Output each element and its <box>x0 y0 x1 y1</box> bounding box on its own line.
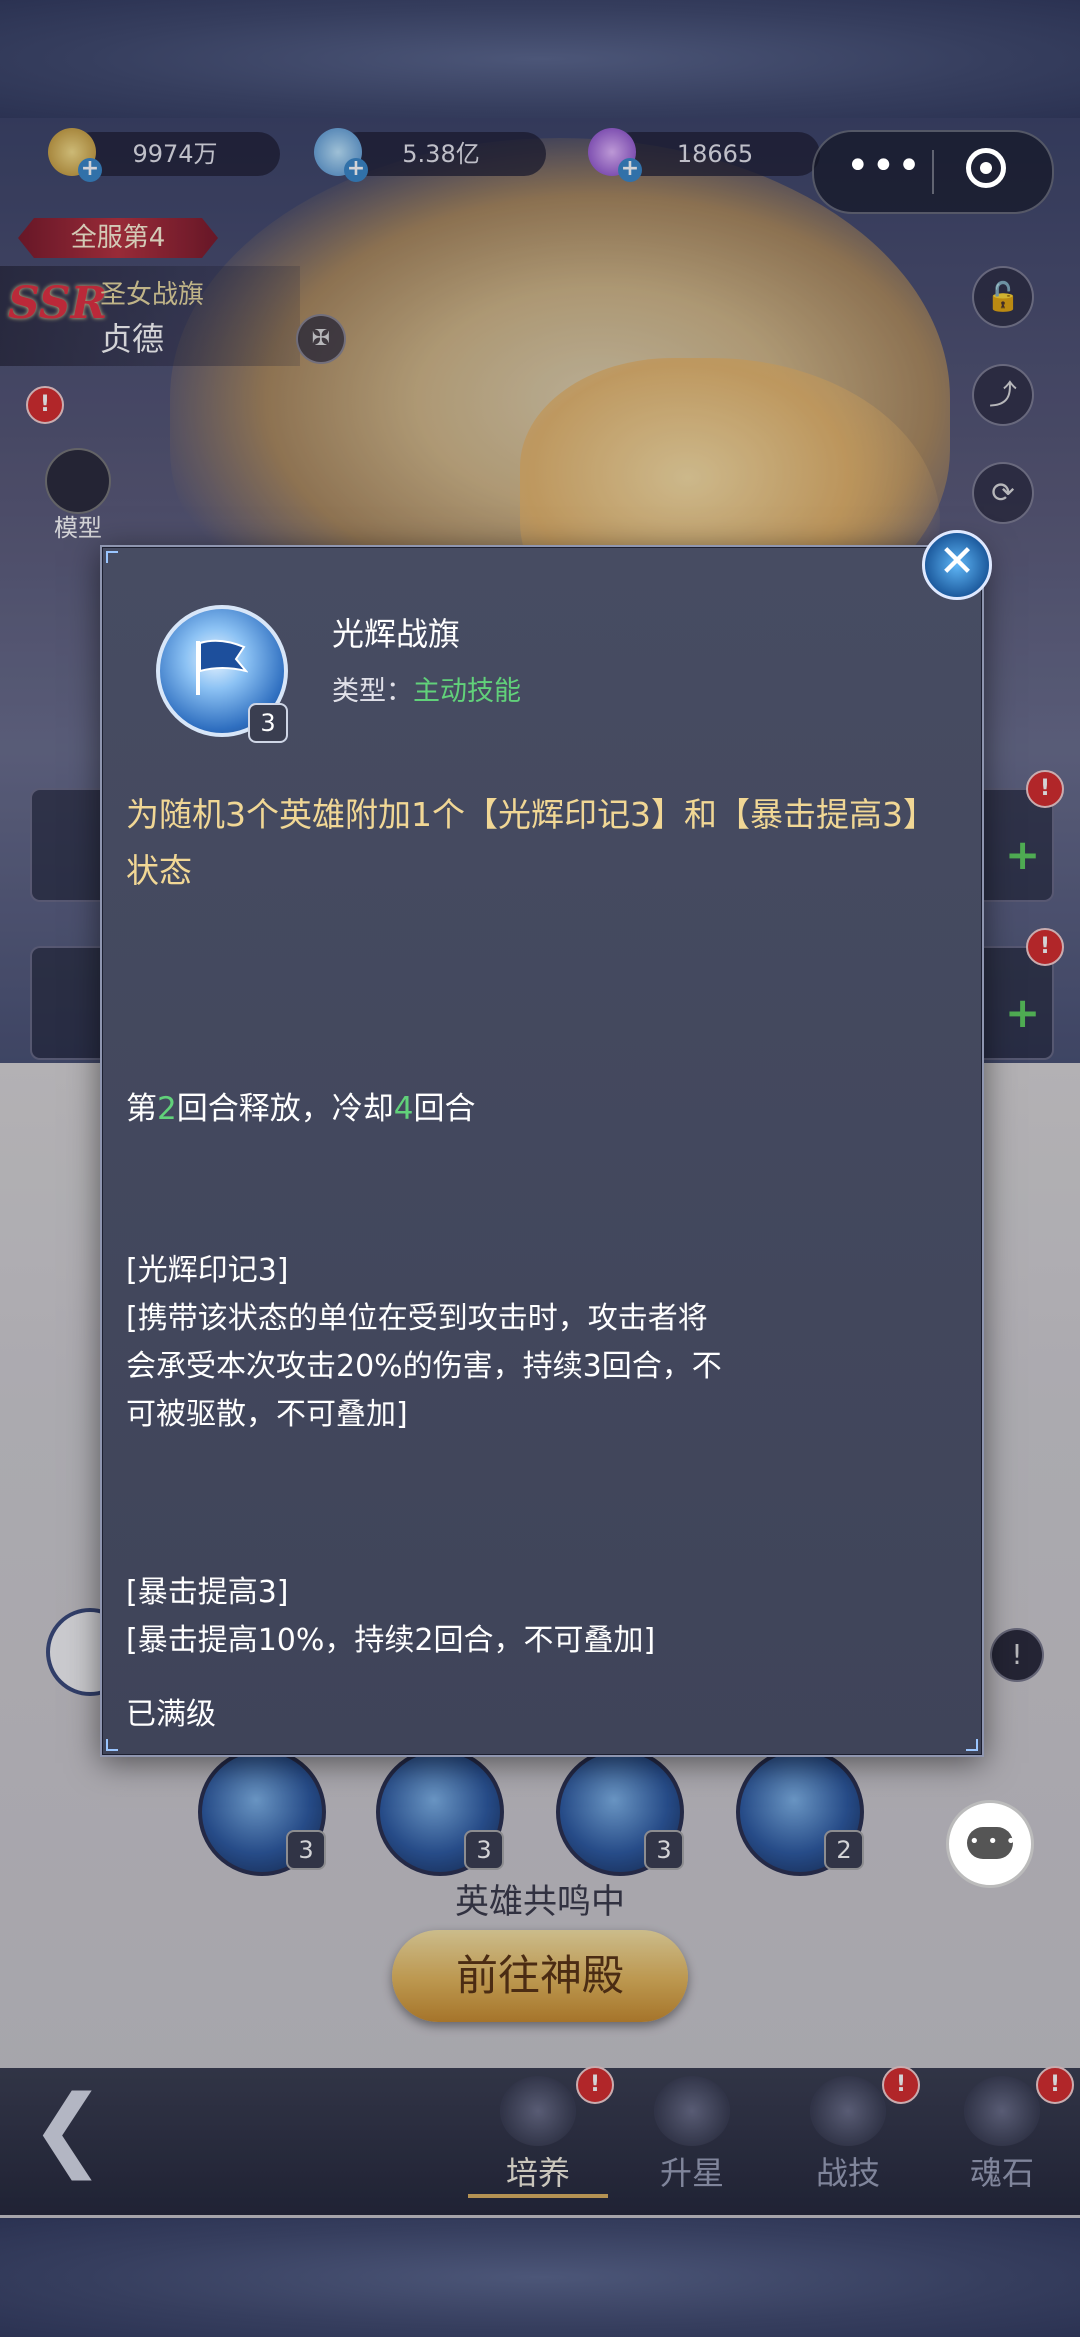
chat-bubble-icon[interactable] <box>946 1800 1034 1888</box>
top-frame <box>0 0 1080 118</box>
bottom-frame <box>0 2218 1080 2337</box>
flag-glyph <box>196 639 248 695</box>
max-level-status: 已满级 <box>126 1697 216 1732</box>
effect-glory-mark: [光辉印记3] [携带该状态的单位在受到攻击时，攻击者将 会承受本次攻击20%的… <box>126 1247 826 1439</box>
skill-type-label: 类型： <box>332 676 413 707</box>
effect-title: [光辉印记3] <box>126 1253 289 1288</box>
effect-line: [携带该状态的单位在受到攻击时，攻击者将 <box>126 1301 708 1336</box>
skill-detail-dialog: 3 光辉战旗 类型：主动技能 为随机3个英雄附加1个【光辉印记3】和【暴击提高3… <box>100 545 984 1757</box>
skill-level-badge: 3 <box>248 703 288 743</box>
close-miniprogram-icon[interactable] <box>966 148 1006 188</box>
effect-line: [暴击提高10%，持续2回合，不可叠加] <box>126 1623 656 1658</box>
skill-name: 光辉战旗 <box>332 615 461 653</box>
capsule-divider <box>932 150 934 194</box>
effect-line: 会承受本次攻击20%的伤害，持续3回合，不 <box>126 1349 722 1384</box>
cast-timing: 第2回合释放，冷却4回合 <box>126 1091 476 1127</box>
corner-decoration <box>106 551 118 563</box>
miniprogram-capsule: ••• <box>812 130 1054 214</box>
corner-decoration <box>966 1739 978 1751</box>
effect-title: [暴击提高3] <box>126 1575 289 1610</box>
skill-description: 为随机3个英雄附加1个【光辉印记3】和【暴击提高3】状态 <box>126 795 936 890</box>
effect-crit-up: [暴击提高3] [暴击提高10%，持续2回合，不可叠加] <box>126 1569 826 1665</box>
corner-decoration <box>106 1739 118 1751</box>
more-menu-icon[interactable]: ••• <box>846 146 923 186</box>
skill-type-value: 主动技能 <box>413 676 521 707</box>
close-icon[interactable]: ✕ <box>922 530 992 600</box>
skill-type: 类型：主动技能 <box>332 669 521 708</box>
effect-line: 可被驱散，不可叠加] <box>126 1397 408 1432</box>
